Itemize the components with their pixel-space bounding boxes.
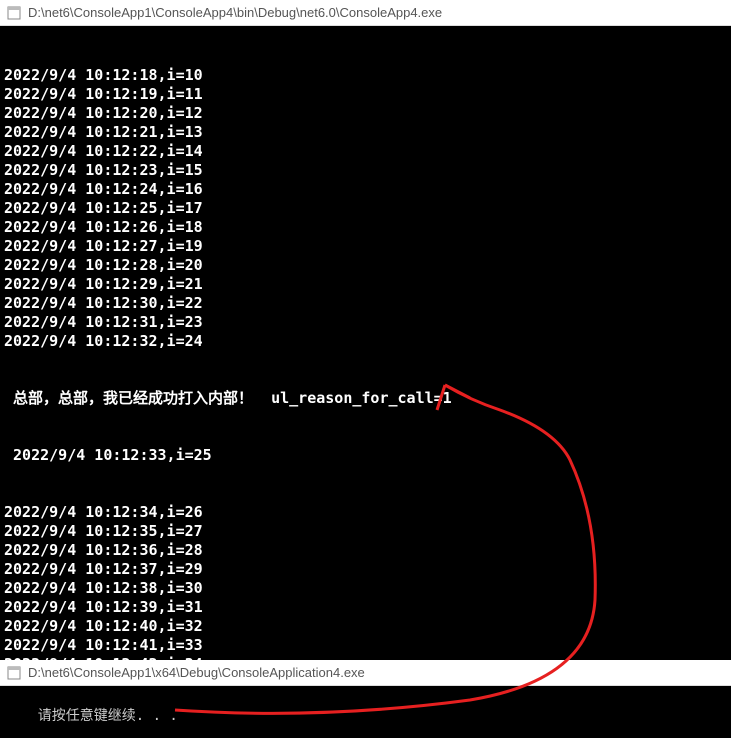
log-line: 2022/9/4 10:12:22,i=14 (4, 142, 727, 161)
titlebar-2[interactable]: D:\net6\ConsoleApp1\x64\Debug\ConsoleApp… (0, 660, 731, 686)
log-line: 2022/9/4 10:12:26,i=18 (4, 218, 727, 237)
injection-followup: 2022/9/4 10:12:33,i=25 (4, 446, 727, 465)
titlebar-1[interactable]: D:\net6\ConsoleApp1\ConsoleApp4\bin\Debu… (0, 0, 731, 26)
log-line: 2022/9/4 10:12:27,i=19 (4, 237, 727, 256)
log-line: 2022/9/4 10:12:41,i=33 (4, 636, 727, 655)
log-line: 2022/9/4 10:12:25,i=17 (4, 199, 727, 218)
console-output-2[interactable]: 请按任意键继续. . . (0, 686, 731, 738)
log-line: 2022/9/4 10:12:24,i=16 (4, 180, 727, 199)
log-line: 2022/9/4 10:12:23,i=15 (4, 161, 727, 180)
log-line: 2022/9/4 10:12:30,i=22 (4, 294, 727, 313)
log-line: 2022/9/4 10:12:28,i=20 (4, 256, 727, 275)
console-window-2: D:\net6\ConsoleApp1\x64\Debug\ConsoleApp… (0, 660, 731, 738)
titlebar-text-2: D:\net6\ConsoleApp1\x64\Debug\ConsoleApp… (28, 665, 365, 680)
log-line: 2022/9/4 10:12:32,i=24 (4, 332, 727, 351)
log-line: 2022/9/4 10:12:38,i=30 (4, 579, 727, 598)
log-line: 2022/9/4 10:12:39,i=31 (4, 598, 727, 617)
log-line: 2022/9/4 10:12:20,i=12 (4, 104, 727, 123)
log-line: 2022/9/4 10:12:21,i=13 (4, 123, 727, 142)
log-line: 2022/9/4 10:12:36,i=28 (4, 541, 727, 560)
log-line: 2022/9/4 10:12:19,i=11 (4, 85, 727, 104)
console-output-1[interactable]: 2022/9/4 10:12:18,i=102022/9/4 10:12:19,… (0, 26, 731, 660)
console-window-1: D:\net6\ConsoleApp1\ConsoleApp4\bin\Debu… (0, 0, 731, 660)
log-line: 2022/9/4 10:12:35,i=27 (4, 522, 727, 541)
log-line: 2022/9/4 10:12:18,i=10 (4, 66, 727, 85)
press-any-key-prompt: 请按任意键继续. . . (38, 708, 178, 724)
injection-message: 总部，总部，我已经成功打入内部！ ul_reason_for_call=1 (4, 389, 727, 408)
log-line: 2022/9/4 10:12:37,i=29 (4, 560, 727, 579)
log-line: 2022/9/4 10:12:31,i=23 (4, 313, 727, 332)
log-line: 2022/9/4 10:12:34,i=26 (4, 503, 727, 522)
app-icon (6, 665, 22, 681)
log-line: 2022/9/4 10:12:29,i=21 (4, 275, 727, 294)
titlebar-text-1: D:\net6\ConsoleApp1\ConsoleApp4\bin\Debu… (28, 5, 442, 20)
app-icon (6, 5, 22, 21)
log-line: 2022/9/4 10:12:40,i=32 (4, 617, 727, 636)
